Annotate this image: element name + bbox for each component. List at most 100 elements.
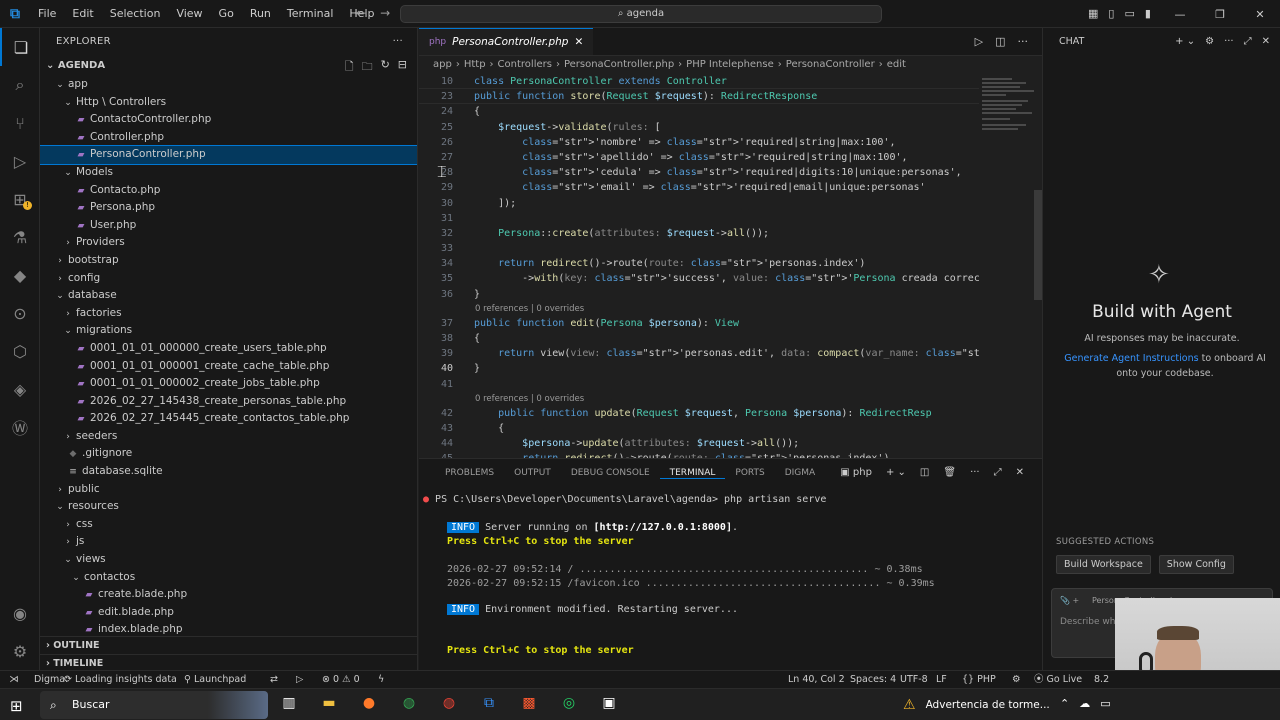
panel-tab-output[interactable]: OUTPUT: [504, 468, 561, 478]
firefox-icon[interactable]: ●: [358, 695, 380, 711]
run-icon[interactable]: ▷: [975, 35, 983, 48]
tree-file[interactable]: ▰ 0001_01_01_000002_create_jobs_table.php: [40, 375, 417, 393]
php-version[interactable]: 8.2: [1094, 671, 1109, 689]
code-editor[interactable]: 10 class PersonaController extends Contro…: [419, 74, 979, 458]
tree-folder[interactable]: › seeders: [40, 428, 417, 446]
tree-file[interactable]: ▰ edit.blade.php: [40, 604, 417, 622]
tree-file[interactable]: ▰ create.blade.php: [40, 586, 417, 604]
cursor-position[interactable]: Ln 40, Col 2: [788, 671, 845, 689]
close-tab-icon[interactable]: ✕: [574, 29, 583, 56]
generate-instructions-link[interactable]: Generate Agent Instructions: [1064, 353, 1198, 364]
split-terminal-icon[interactable]: ◫: [920, 467, 929, 478]
restore-icon[interactable]: ❐: [1200, 8, 1240, 21]
attach-context-icon[interactable]: 📎 +: [1060, 596, 1079, 605]
toggle-secondary-sidebar-icon[interactable]: ▮: [1145, 7, 1151, 20]
forward-arrow-icon[interactable]: →: [380, 6, 390, 20]
run-debug-icon[interactable]: ▷: [0, 142, 40, 180]
terminal-shell-icon[interactable]: ▣ php: [840, 467, 872, 478]
tab-persona-controller[interactable]: php PersonaController.php ✕: [419, 28, 594, 56]
manage-gear-icon[interactable]: ⚙: [0, 632, 40, 670]
tree-folder[interactable]: › factories: [40, 305, 417, 323]
tree-folder[interactable]: › bootstrap: [40, 252, 417, 270]
remote-indicator-icon[interactable]: ⋊: [0, 671, 28, 689]
tree-file[interactable]: ▰ Controller.php: [40, 129, 417, 147]
screen-icon[interactable]: ▭: [1100, 697, 1110, 710]
breadcrumb-item[interactable]: Http: [464, 59, 486, 70]
new-folder-icon[interactable]: 🗀: [362, 58, 373, 77]
cloud-icon[interactable]: ☁: [1079, 697, 1090, 710]
tree-file[interactable]: ▰ PersonaController.php: [40, 145, 417, 165]
tree-file[interactable]: ▰ 2026_02_27_145438_create_personas_table…: [40, 393, 417, 411]
weather-widget[interactable]: ⚠ Advertencia de torme...: [903, 689, 1050, 720]
outline-section[interactable]: › OUTLINE: [40, 636, 417, 654]
build-workspace-button[interactable]: Build Workspace: [1056, 555, 1151, 574]
language-mode[interactable]: {} PHP: [962, 671, 996, 689]
toggle-sidebar-icon[interactable]: ▯: [1108, 7, 1114, 20]
remote-explorer-icon[interactable]: ⊙: [0, 294, 40, 332]
tree-folder[interactable]: › css: [40, 516, 417, 534]
tree-folder[interactable]: › public: [40, 481, 417, 499]
settings-gear-icon[interactable]: ⚙: [1205, 36, 1214, 47]
database-icon[interactable]: ⬡: [0, 332, 40, 370]
breadcrumb-item[interactable]: app: [433, 59, 452, 70]
more-actions-icon[interactable]: ···: [1224, 36, 1234, 47]
menu-item-view[interactable]: View: [168, 7, 210, 20]
tree-folder[interactable]: › Providers: [40, 234, 417, 252]
panel-tab-problems[interactable]: PROBLEMS: [435, 468, 504, 478]
windows-start-icon[interactable]: ⊞: [10, 697, 23, 715]
customize-layout-icon[interactable]: ▦: [1088, 7, 1098, 20]
breadcrumb-item[interactable]: PersonaController.php: [564, 59, 674, 70]
tree-file[interactable]: ▰ User.php: [40, 217, 417, 235]
tree-folder[interactable]: ⌄ Http \ Controllers: [40, 94, 417, 112]
panel-tab-terminal[interactable]: TERMINAL: [659, 468, 726, 479]
indentation[interactable]: Spaces: 4: [850, 671, 896, 689]
sync-icon[interactable]: ⇄: [270, 671, 278, 689]
account-icon[interactable]: ◉: [0, 594, 40, 632]
refresh-icon[interactable]: ↻: [381, 58, 390, 77]
menu-item-go[interactable]: Go: [211, 7, 242, 20]
go-live[interactable]: ⦿ Go Live: [1034, 671, 1082, 689]
whatsapp-icon[interactable]: ◎: [558, 695, 580, 711]
chrome-icon[interactable]: ◍: [398, 695, 420, 711]
close-panel-icon[interactable]: ✕: [1016, 467, 1024, 478]
toggle-panel-icon[interactable]: ▭: [1124, 7, 1134, 20]
bolt-icon[interactable]: ϟ: [378, 671, 384, 689]
maximize-panel-icon[interactable]: ⤢: [994, 467, 1002, 478]
tray-chevron-icon[interactable]: ⌃: [1060, 697, 1069, 710]
more-actions-icon[interactable]: ···: [393, 28, 403, 56]
close-icon[interactable]: ✕: [1240, 8, 1280, 21]
maximize-icon[interactable]: ⤢: [1244, 36, 1252, 47]
docker-icon[interactable]: ◆: [0, 256, 40, 294]
split-editor-icon[interactable]: ◫: [995, 35, 1005, 48]
tree-folder[interactable]: ⌄ Models: [40, 164, 417, 182]
kill-terminal-icon[interactable]: 🗑: [943, 467, 956, 478]
tree-file[interactable]: ≡ database.sqlite: [40, 463, 417, 481]
minimize-icon[interactable]: —: [1160, 8, 1200, 21]
server-url[interactable]: [http://127.0.0.1:8000]: [594, 522, 732, 533]
command-center-search[interactable]: ⌕ agenda: [400, 5, 882, 23]
new-terminal-icon[interactable]: + ⌄: [886, 467, 906, 478]
extensions-icon[interactable]: ⊞!: [0, 180, 40, 218]
show-config-button[interactable]: Show Config: [1158, 555, 1234, 574]
breadcrumb-item[interactable]: edit: [887, 59, 906, 70]
explorer-icon[interactable]: ❏: [0, 28, 40, 66]
collapse-all-icon[interactable]: ⊟: [398, 58, 407, 77]
breadcrumb-item[interactable]: PHP Intelephense: [686, 59, 774, 70]
chrome-profile-icon[interactable]: ◍: [438, 695, 460, 711]
tree-file[interactable]: ▰ 0001_01_01_000001_create_cache_table.ph…: [40, 358, 417, 376]
python-icon[interactable]: ◈: [0, 370, 40, 408]
more-actions-icon[interactable]: ···: [970, 467, 980, 478]
breadcrumb-item[interactable]: PersonaController: [786, 59, 875, 70]
testing-icon[interactable]: ⚗: [0, 218, 40, 256]
panel-tab-debug-console[interactable]: DEBUG CONSOLE: [561, 468, 660, 478]
tree-folder[interactable]: ⌄ app: [40, 76, 417, 94]
menu-item-edit[interactable]: Edit: [64, 7, 101, 20]
menu-item-selection[interactable]: Selection: [102, 7, 169, 20]
codelens-references[interactable]: 0 references | 0 overrides: [419, 392, 979, 406]
search-icon[interactable]: ⌕: [0, 66, 40, 104]
new-file-icon[interactable]: 🗋: [345, 58, 354, 77]
panel-tab-digma[interactable]: DIGMA: [775, 468, 825, 478]
terminal-icon[interactable]: ▣: [598, 695, 620, 711]
terminal-output[interactable]: ● PS C:\Users\Developer\Documents\Larave…: [419, 491, 1029, 669]
tree-folder[interactable]: ⌄ resources: [40, 498, 417, 516]
